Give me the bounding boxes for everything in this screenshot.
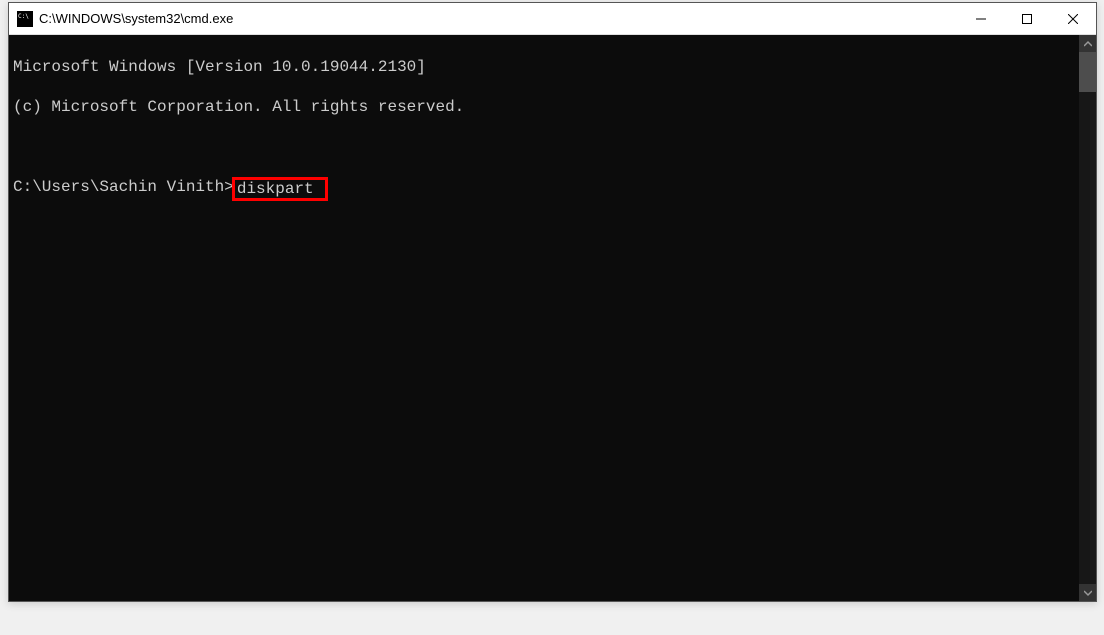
minimize-icon bbox=[976, 14, 986, 24]
command-text: diskpart bbox=[237, 180, 314, 198]
scroll-track[interactable] bbox=[1079, 52, 1096, 584]
chevron-up-icon bbox=[1084, 40, 1092, 48]
minimize-button[interactable] bbox=[958, 3, 1004, 34]
maximize-icon bbox=[1022, 14, 1032, 24]
prompt-text: C:\Users\Sachin Vinith> bbox=[13, 177, 234, 201]
vertical-scrollbar[interactable] bbox=[1079, 35, 1096, 601]
command-highlight: diskpart bbox=[232, 177, 328, 201]
scroll-down-button[interactable] bbox=[1079, 584, 1096, 601]
chevron-down-icon bbox=[1084, 589, 1092, 597]
console-content[interactable]: Microsoft Windows [Version 10.0.19044.21… bbox=[9, 35, 1079, 601]
prompt-line: C:\Users\Sachin Vinith>diskpart bbox=[13, 177, 1075, 201]
maximize-button[interactable] bbox=[1004, 3, 1050, 34]
close-icon bbox=[1068, 14, 1078, 24]
scroll-up-button[interactable] bbox=[1079, 35, 1096, 52]
titlebar[interactable]: C:\WINDOWS\system32\cmd.exe bbox=[9, 3, 1096, 35]
blank-line bbox=[13, 137, 1075, 157]
close-button[interactable] bbox=[1050, 3, 1096, 34]
console-body: Microsoft Windows [Version 10.0.19044.21… bbox=[9, 35, 1096, 601]
window-title: C:\WINDOWS\system32\cmd.exe bbox=[39, 11, 958, 26]
cmd-window: C:\WINDOWS\system32\cmd.exe Microsoft Wi… bbox=[8, 2, 1097, 602]
copyright-line: (c) Microsoft Corporation. All rights re… bbox=[13, 97, 1075, 117]
scroll-thumb[interactable] bbox=[1079, 52, 1096, 92]
window-controls bbox=[958, 3, 1096, 34]
cmd-icon bbox=[17, 11, 33, 27]
version-line: Microsoft Windows [Version 10.0.19044.21… bbox=[13, 57, 1075, 77]
